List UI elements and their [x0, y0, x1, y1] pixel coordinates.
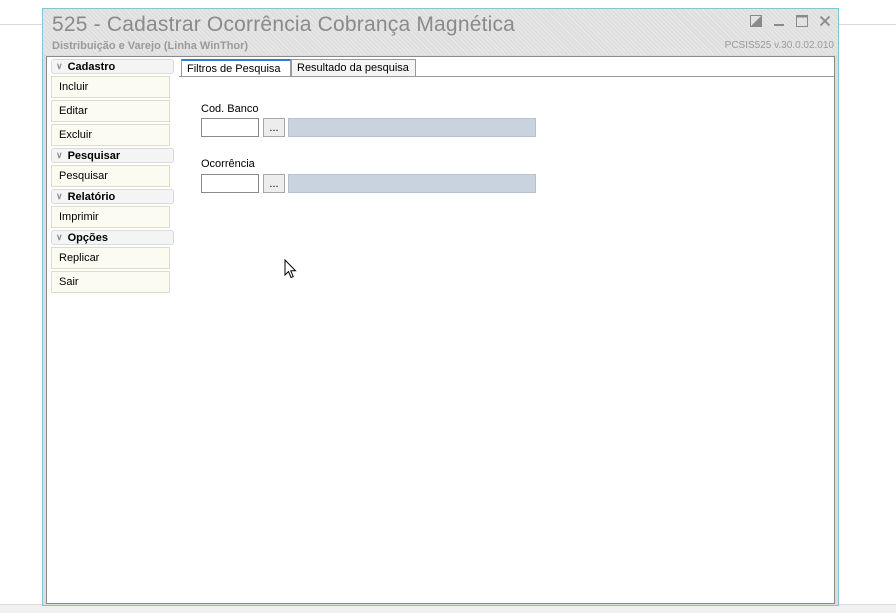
minimize-icon[interactable]	[772, 13, 786, 29]
group-title: Cadastro	[67, 60, 116, 73]
action-sidebar: ∨ Cadastro Incluir Editar Excluir ∨ Pesq…	[51, 59, 174, 295]
replicar-button[interactable]: Replicar	[51, 247, 170, 269]
version-label: PCSIS525 v.30.0.02.010	[724, 40, 834, 51]
cod-banco-description-field	[288, 118, 536, 137]
window-subtitle: Distribuição e Varejo (Linha WinThor)	[52, 40, 249, 52]
ocorrencia-input[interactable]	[201, 174, 259, 193]
ocorrencia-lookup-button[interactable]: ...	[263, 174, 285, 193]
ocorrencia-label: Ocorrência	[201, 158, 255, 170]
close-icon[interactable]	[818, 13, 832, 29]
tab-filtros-de-pesquisa[interactable]: Filtros de Pesquisa	[181, 59, 291, 77]
chevron-down-icon: ∨	[56, 232, 63, 242]
window-controls	[749, 13, 832, 29]
group-header-cadastro[interactable]: ∨ Cadastro	[51, 59, 174, 74]
chevron-down-icon: ∨	[56, 191, 63, 201]
mouse-pointer-icon	[284, 258, 297, 282]
imprimir-button[interactable]: Imprimir	[51, 206, 170, 228]
tab-divider	[179, 76, 834, 77]
group-title: Relatório	[67, 190, 116, 203]
sair-button[interactable]: Sair	[51, 271, 170, 293]
group-title: Pesquisar	[67, 149, 121, 162]
tab-resultado-da-pesquisa[interactable]: Resultado da pesquisa	[291, 59, 416, 76]
client-area: ∨ Cadastro Incluir Editar Excluir ∨ Pesq…	[46, 56, 835, 604]
group-title: Opções	[67, 231, 108, 244]
group-header-relatorio[interactable]: ∨ Relatório	[51, 189, 174, 204]
cod-banco-lookup-button[interactable]: ...	[263, 118, 285, 137]
cod-banco-label: Cod. Banco	[201, 103, 259, 115]
excluir-button[interactable]: Excluir	[51, 124, 170, 146]
application-window: 525 - Cadastrar Ocorrência Cobrança Magn…	[42, 8, 839, 606]
chevron-down-icon: ∨	[56, 150, 63, 160]
ocorrencia-description-field	[288, 174, 536, 193]
maximize-icon[interactable]	[795, 13, 809, 29]
editar-button[interactable]: Editar	[51, 100, 170, 122]
cod-banco-input[interactable]	[201, 118, 259, 137]
group-header-pesquisar[interactable]: ∨ Pesquisar	[51, 148, 174, 163]
window-title: 525 - Cadastrar Ocorrência Cobrança Magn…	[52, 13, 516, 36]
pesquisar-button[interactable]: Pesquisar	[51, 165, 170, 187]
restore-icon[interactable]	[749, 13, 763, 29]
chevron-down-icon: ∨	[56, 61, 63, 71]
incluir-button[interactable]: Incluir	[51, 76, 170, 98]
group-header-opcoes[interactable]: ∨ Opções	[51, 230, 174, 245]
title-bar[interactable]: 525 - Cadastrar Ocorrência Cobrança Magn…	[43, 9, 838, 55]
